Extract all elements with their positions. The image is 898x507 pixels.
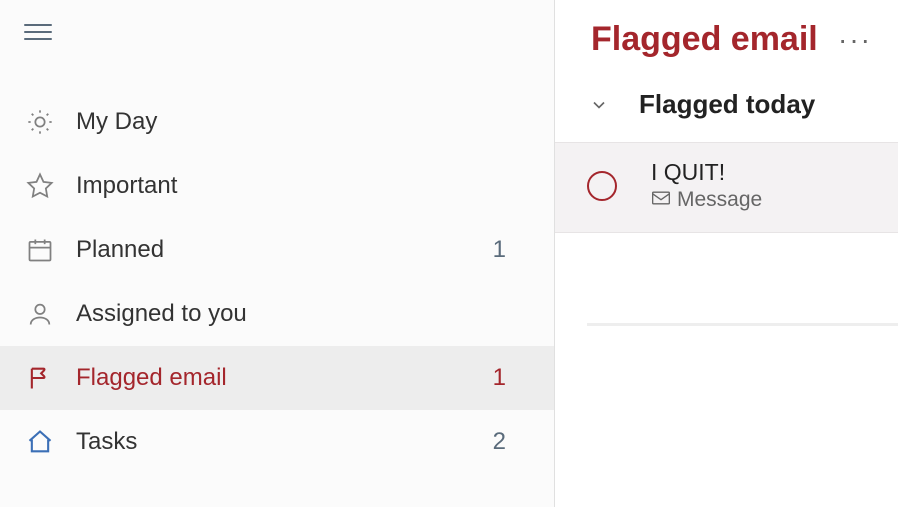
sidebar-item-label: My Day bbox=[76, 108, 530, 136]
flag-icon bbox=[24, 362, 56, 394]
sidebar-item-planned[interactable]: Planned 1 bbox=[0, 218, 554, 282]
sidebar-item-count: 1 bbox=[493, 364, 506, 392]
task-meta-label: Message bbox=[677, 188, 762, 212]
task-item[interactable]: I QUIT! Message bbox=[555, 142, 898, 233]
sun-icon bbox=[24, 106, 56, 138]
main-header: Flagged email ··· bbox=[555, 20, 898, 89]
sidebar-item-count: 2 bbox=[493, 428, 506, 456]
sidebar-item-assigned[interactable]: Assigned to you bbox=[0, 282, 554, 346]
envelope-icon bbox=[651, 188, 671, 212]
sidebar: My Day Important Planned 1 bbox=[0, 0, 555, 507]
star-icon bbox=[24, 170, 56, 202]
hamburger-container bbox=[0, 0, 554, 90]
group-title: Flagged today bbox=[639, 89, 815, 120]
sidebar-item-count: 1 bbox=[493, 236, 506, 264]
sidebar-item-label: Assigned to you bbox=[76, 300, 530, 328]
sidebar-item-label: Flagged email bbox=[76, 364, 493, 392]
chevron-down-icon bbox=[587, 93, 611, 117]
nav-list: My Day Important Planned 1 bbox=[0, 90, 554, 474]
task-meta: Message bbox=[651, 188, 898, 212]
task-complete-circle[interactable] bbox=[587, 171, 617, 201]
task-content: I QUIT! Message bbox=[651, 159, 898, 212]
home-icon bbox=[24, 426, 56, 458]
more-options-icon[interactable]: ··· bbox=[838, 24, 872, 56]
sidebar-item-label: Tasks bbox=[76, 428, 493, 456]
hamburger-menu-icon[interactable] bbox=[24, 24, 52, 40]
page-title: Flagged email bbox=[591, 20, 818, 59]
divider bbox=[587, 323, 898, 326]
sidebar-item-important[interactable]: Important bbox=[0, 154, 554, 218]
person-icon bbox=[24, 298, 56, 330]
sidebar-item-flagged-email[interactable]: Flagged email 1 bbox=[0, 346, 554, 410]
main-panel: Flagged email ··· Flagged today I QUIT! … bbox=[555, 0, 898, 507]
sidebar-item-label: Important bbox=[76, 172, 530, 200]
sidebar-item-tasks[interactable]: Tasks 2 bbox=[0, 410, 554, 474]
task-group-header[interactable]: Flagged today bbox=[555, 89, 898, 142]
sidebar-item-my-day[interactable]: My Day bbox=[0, 90, 554, 154]
calendar-icon bbox=[24, 234, 56, 266]
task-title: I QUIT! bbox=[651, 159, 898, 186]
sidebar-item-label: Planned bbox=[76, 236, 493, 264]
